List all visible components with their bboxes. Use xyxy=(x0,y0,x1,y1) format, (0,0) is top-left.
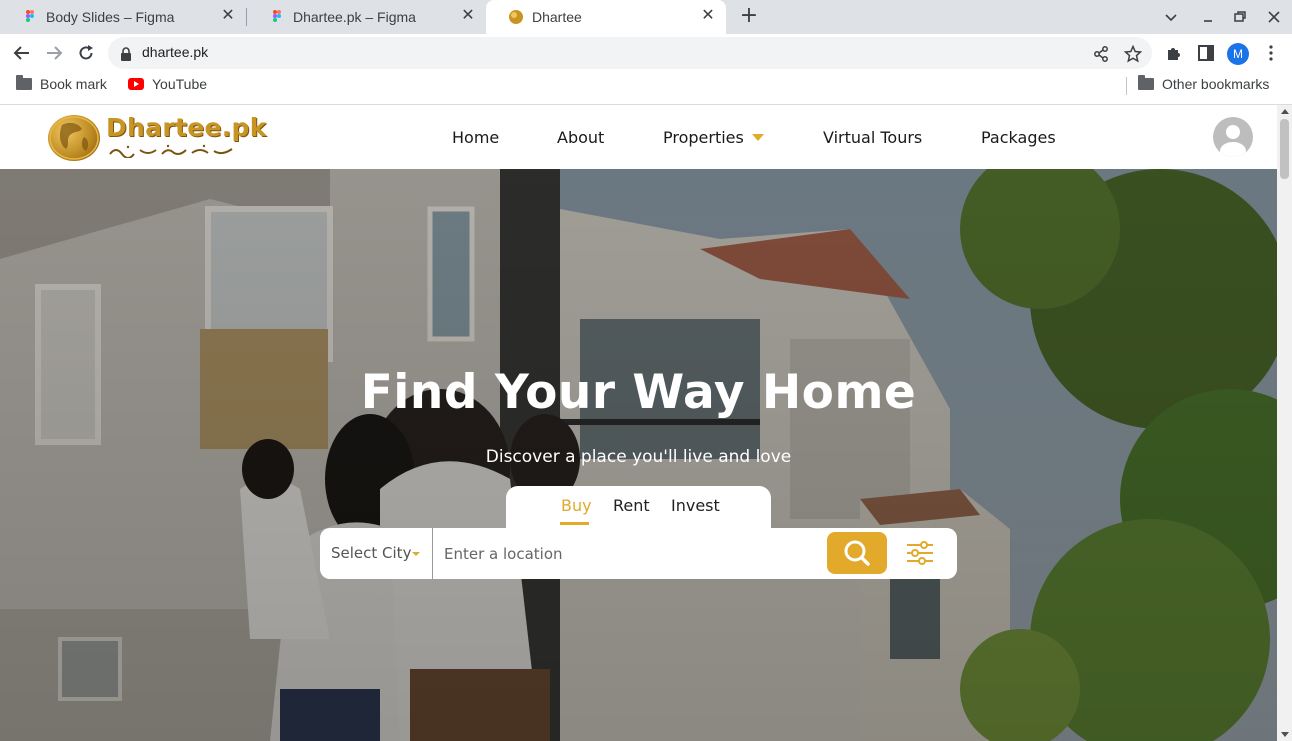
other-bookmarks[interactable]: Other bookmarks xyxy=(1138,75,1270,92)
search-button[interactable] xyxy=(827,532,887,574)
browser-tab-body-slides[interactable]: Body Slides – Figma ✕ xyxy=(0,0,246,34)
new-tab-icon[interactable]: + xyxy=(738,5,760,28)
search-divider xyxy=(432,528,433,579)
scroll-thumb[interactable] xyxy=(1280,119,1289,179)
nav-virtual-tours[interactable]: Virtual Tours xyxy=(823,105,922,169)
web-page: Dhartee.pk Home About Properties Virtual… xyxy=(0,105,1277,741)
location-input[interactable] xyxy=(444,536,824,572)
tab-buy[interactable]: Buy xyxy=(561,496,592,515)
close-tab-icon[interactable]: ✕ xyxy=(220,8,236,24)
bookmark-separator xyxy=(1126,77,1127,95)
profile-avatar[interactable]: M xyxy=(1227,43,1249,65)
browser-toolbar: dhartee.pk M xyxy=(0,34,1292,72)
nav-about[interactable]: About xyxy=(557,105,604,169)
dhartee-logo-icon xyxy=(508,9,524,25)
url-text: dhartee.pk xyxy=(142,44,209,60)
minimize-icon[interactable] xyxy=(1198,7,1218,27)
city-select[interactable]: Select City xyxy=(331,544,411,562)
youtube-icon xyxy=(128,78,144,90)
search-mode-tabs: Buy Rent Invest xyxy=(506,486,771,528)
restore-icon[interactable] xyxy=(1230,7,1250,27)
bookmark-youtube[interactable]: YouTube xyxy=(128,76,207,92)
figma-icon xyxy=(22,9,38,25)
back-icon[interactable] xyxy=(12,43,32,63)
share-icon[interactable] xyxy=(1092,45,1110,63)
property-search-bar: Select City xyxy=(320,528,957,579)
nav-packages[interactable]: Packages xyxy=(981,105,1056,169)
nav-home-label: Home xyxy=(452,127,500,147)
bookmarks-bar: Book mark YouTube Other bookmarks xyxy=(0,72,1292,100)
scroll-down-arrow-icon[interactable] xyxy=(1281,732,1289,737)
user-account-icon[interactable] xyxy=(1213,117,1253,157)
site-header: Dhartee.pk Home About Properties Virtual… xyxy=(0,105,1277,169)
nav-virtual-tours-label: Virtual Tours xyxy=(823,127,923,147)
folder-icon xyxy=(16,75,32,90)
search-icon xyxy=(844,540,870,566)
folder-icon xyxy=(1138,75,1154,90)
logo-text: Dhartee.pk xyxy=(106,113,267,142)
forward-icon[interactable] xyxy=(44,43,64,63)
bookmark-label: Book mark xyxy=(40,76,107,92)
browser-tab-dhartee-figma[interactable]: Dhartee.pk – Figma ✕ xyxy=(247,0,486,34)
globe-logo-icon xyxy=(48,115,100,161)
browser-tab-strip: Body Slides – Figma ✕ Dhartee.pk – Figma… xyxy=(0,0,1292,34)
page-scrollbar[interactable] xyxy=(1277,105,1292,741)
nav-home[interactable]: Home xyxy=(452,105,499,169)
tab-invest[interactable]: Invest xyxy=(671,496,720,515)
figma-icon xyxy=(269,9,285,25)
hero-section: Find Your Way Home Discover a place you'… xyxy=(0,169,1277,741)
bookmark-label: YouTube xyxy=(152,76,208,92)
filter-sliders-icon[interactable] xyxy=(905,538,935,568)
nav-properties[interactable]: Properties xyxy=(663,105,764,169)
hero-subtitle: Discover a place you'll live and love xyxy=(485,447,792,467)
close-tab-icon[interactable]: ✕ xyxy=(700,8,716,24)
nav-packages-label: Packages xyxy=(981,127,1056,147)
extensions-icon[interactable] xyxy=(1165,44,1183,62)
menu-kebab-icon[interactable] xyxy=(1262,44,1280,62)
bookmark-star-icon[interactable] xyxy=(1123,44,1143,63)
nav-about-label: About xyxy=(557,127,605,147)
site-logo[interactable]: Dhartee.pk xyxy=(48,113,266,163)
browser-tab-dhartee[interactable]: Dhartee ✕ xyxy=(486,0,726,34)
tab-search-icon[interactable] xyxy=(1161,7,1181,27)
nav-properties-label: Properties xyxy=(663,127,744,147)
tab-rent[interactable]: Rent xyxy=(613,496,650,515)
other-bookmarks-label: Other bookmarks xyxy=(1162,76,1270,92)
close-window-icon[interactable] xyxy=(1264,7,1284,27)
lock-icon xyxy=(120,46,132,61)
side-panel-icon[interactable] xyxy=(1197,44,1215,62)
caret-down-icon xyxy=(751,133,764,141)
close-tab-icon[interactable]: ✕ xyxy=(460,8,476,24)
tab-title: Dhartee xyxy=(532,9,582,25)
hero-title: Find Your Way Home xyxy=(360,365,917,420)
address-bar[interactable]: dhartee.pk xyxy=(108,37,1152,69)
scroll-up-arrow-icon[interactable] xyxy=(1281,109,1289,114)
reload-icon[interactable] xyxy=(76,43,96,63)
tab-title: Dhartee.pk – Figma xyxy=(293,9,416,25)
bookmark-book-mark[interactable]: Book mark xyxy=(16,75,107,92)
tab-title: Body Slides – Figma xyxy=(46,9,175,25)
urdu-tagline-graphic xyxy=(108,143,236,159)
active-tab-indicator xyxy=(560,522,589,525)
caret-down-icon xyxy=(412,552,420,556)
